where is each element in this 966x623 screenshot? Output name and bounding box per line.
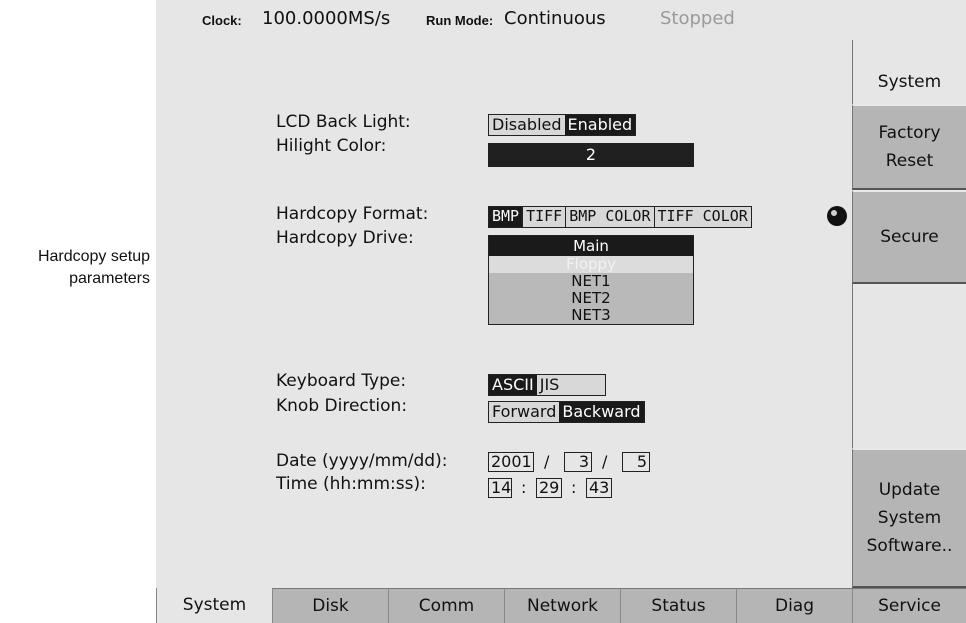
date-separator-2: / [602, 452, 608, 471]
keyboard-type-label: Keyboard Type: [276, 371, 407, 391]
knob-direction-toggle[interactable]: Forward Backward [488, 401, 645, 423]
date-label: Date (yyyy/mm/dd): [276, 451, 448, 471]
factory-reset-button[interactable]: Factory Reset [852, 104, 966, 190]
update-line-3: Software.. [866, 536, 953, 556]
time-separator-1: : [521, 478, 527, 497]
drive-option-net3[interactable]: NET3 [489, 307, 693, 324]
callout-line-2: parameters [69, 270, 150, 287]
time-hour-field[interactable]: 14 [488, 478, 512, 498]
drive-option-main[interactable]: Main [489, 236, 693, 256]
update-line-1: Update [878, 480, 941, 500]
lcd-option-enabled[interactable]: Enabled [564, 115, 636, 135]
update-system-software-button[interactable]: Update System Software.. [852, 448, 966, 588]
knob-direction-label: Knob Direction: [276, 396, 408, 416]
keyboard-option-ascii[interactable]: ASCII [489, 375, 537, 395]
tab-comm[interactable]: Comm [388, 588, 504, 623]
update-line-2: System [877, 508, 942, 528]
tab-system[interactable]: System [156, 588, 272, 623]
factory-reset-line-1: Factory [878, 123, 941, 143]
date-separator-1: / [544, 452, 550, 471]
time-label: Time (hh:mm:ss): [276, 474, 426, 494]
callout-line-1: Hardcopy setup [37, 248, 150, 265]
tab-disk[interactable]: Disk [272, 588, 388, 623]
lcd-option-disabled[interactable]: Disabled [489, 115, 565, 135]
keyboard-type-toggle[interactable]: ASCII JIS [488, 374, 606, 396]
run-state: Stopped [660, 8, 735, 29]
time-second-field[interactable]: 43 [586, 478, 612, 498]
date-day-field[interactable]: 5 [622, 452, 650, 472]
secure-label: Secure [880, 227, 939, 247]
hilight-color-value[interactable]: 2 [488, 143, 694, 167]
clock-label: Clock: [202, 13, 242, 28]
callout-label: Hardcopy setup parameters [0, 246, 150, 290]
tab-service[interactable]: Service [852, 588, 966, 623]
hardcopy-drive-list[interactable]: Main Floppy NET1 NET2 NET3 [488, 235, 694, 325]
format-option-tiff-color[interactable]: TIFF COLOR [653, 207, 751, 227]
format-option-bmp[interactable]: BMP [489, 207, 523, 227]
hardcopy-format-selector[interactable]: BMP TIFF BMP COLOR TIFF COLOR [488, 206, 752, 228]
clock-value: 100.0000MS/s [262, 8, 391, 29]
side-menu-empty [852, 284, 966, 448]
drive-option-net1[interactable]: NET1 [489, 273, 693, 290]
format-option-bmp-color[interactable]: BMP COLOR [565, 207, 653, 227]
lcd-back-light-label: LCD Back Light: [276, 112, 411, 132]
keyboard-option-jis[interactable]: JIS [537, 375, 563, 395]
date-month-field[interactable]: 3 [564, 452, 592, 472]
tab-diag[interactable]: Diag [736, 588, 852, 623]
hilight-color-label: Hilight Color: [276, 136, 387, 156]
factory-reset-line-2: Reset [885, 151, 934, 171]
format-option-tiff[interactable]: TIFF [522, 207, 565, 227]
drive-option-net2[interactable]: NET2 [489, 290, 693, 307]
hardcopy-drive-label: Hardcopy Drive: [276, 228, 414, 248]
time-minute-field[interactable]: 29 [536, 478, 562, 498]
status-bar: Clock: 100.0000MS/s Run Mode: Continuous… [156, 0, 966, 40]
run-mode-value: Continuous [504, 8, 606, 29]
settings-panel: LCD Back Light: Disabled Enabled Hilight… [156, 40, 852, 588]
knob-icon [827, 206, 847, 226]
date-year-field[interactable]: 2001 [488, 452, 534, 472]
side-system-button[interactable]: System [852, 40, 966, 104]
time-separator-2: : [571, 478, 577, 497]
side-system-label: System [877, 72, 942, 92]
knob-option-backward[interactable]: Backward [559, 402, 644, 422]
tab-status[interactable]: Status [620, 588, 736, 623]
tab-network[interactable]: Network [504, 588, 620, 623]
secure-button[interactable]: Secure [852, 190, 966, 284]
run-mode-label: Run Mode: [426, 13, 494, 28]
lcd-back-light-toggle[interactable]: Disabled Enabled [488, 114, 637, 136]
hardcopy-format-label: Hardcopy Format: [276, 204, 429, 224]
drive-option-floppy: Floppy [489, 256, 693, 273]
knob-option-forward[interactable]: Forward [489, 402, 559, 422]
